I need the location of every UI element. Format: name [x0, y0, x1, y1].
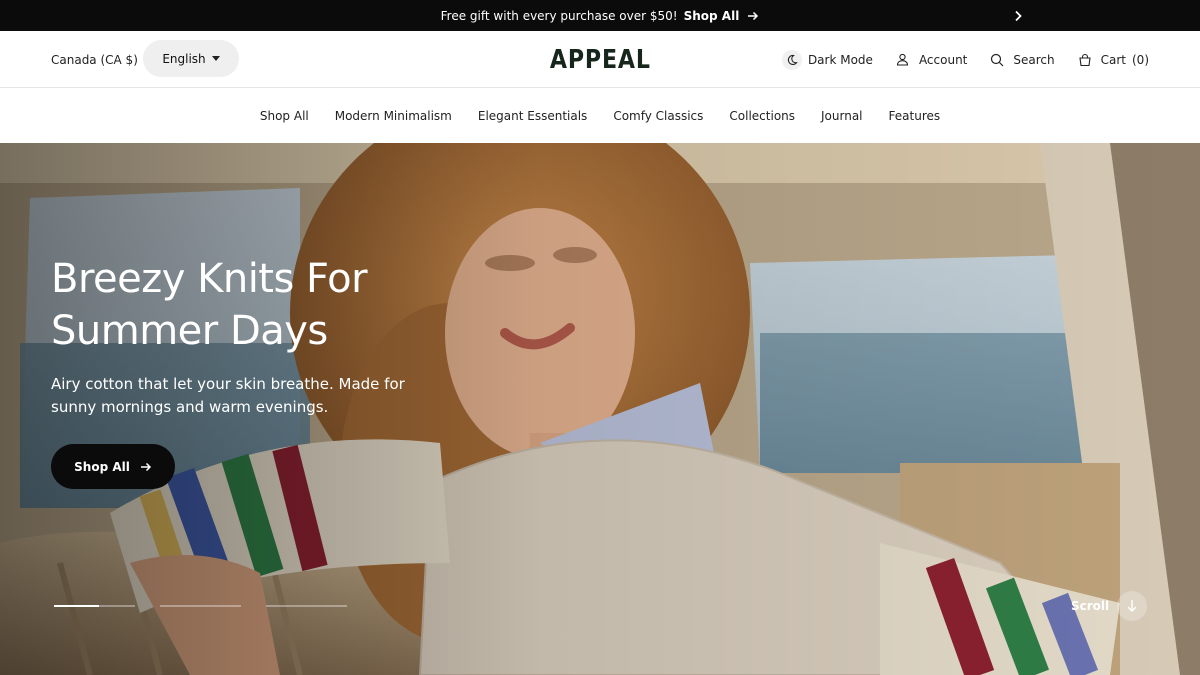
announcement-next-button[interactable]	[1006, 0, 1030, 31]
arrow-down-icon	[1117, 591, 1148, 621]
cart-count: (0)	[1132, 52, 1149, 67]
arrow-right-icon	[748, 11, 759, 20]
hero-subtitle: Airy cotton that let your skin breathe. …	[51, 375, 405, 416]
search-label: Search	[1013, 52, 1055, 67]
account-label: Account	[918, 52, 968, 67]
hero-title: Breezy Knits For Summer Days	[51, 256, 368, 354]
slide-progress-1	[54, 605, 99, 607]
search-link[interactable]: Search	[987, 50, 1055, 70]
cart-label: Cart	[1100, 52, 1126, 67]
announcement-shop-all-link[interactable]: Shop All	[684, 9, 760, 23]
language-selector[interactable]: English	[143, 40, 239, 77]
nav-item-elegant-essentials[interactable]: Elegant Essentials	[478, 109, 587, 123]
arrow-right-icon	[140, 462, 151, 471]
chevron-right-icon	[1015, 10, 1022, 21]
nav-item-shop-all[interactable]: Shop All	[260, 109, 309, 123]
dark-mode-toggle[interactable]: Dark Mode	[781, 49, 873, 70]
scroll-down-button[interactable]: Scroll	[1071, 591, 1148, 621]
caret-down-icon	[211, 56, 220, 61]
nav-item-collections[interactable]: Collections	[729, 109, 795, 123]
announcement-text: Free gift with every purchase over $50!	[440, 8, 678, 23]
hero-shop-all-button[interactable]: Shop All	[51, 444, 175, 489]
nav-item-journal[interactable]: Journal	[821, 109, 863, 123]
announcement-message-group: Free gift with every purchase over $50! …	[441, 9, 760, 23]
nav-item-modern-minimalism[interactable]: Modern Minimalism	[335, 109, 452, 123]
cart-link[interactable]: Cart (0)	[1075, 50, 1149, 70]
slide-indicator-1[interactable]	[54, 605, 135, 607]
dark-mode-label: Dark Mode	[807, 52, 873, 67]
nav-item-comfy-classics[interactable]: Comfy Classics	[613, 109, 703, 123]
announcement-link-label: Shop All	[683, 8, 740, 23]
site-logo[interactable]: APPEAL	[550, 45, 651, 75]
language-label: English	[162, 51, 206, 66]
shopping-bag-icon	[1075, 50, 1095, 70]
site-header: Canada (CA $) English APPEAL Dark Mode A…	[0, 31, 1200, 88]
main-navigation: Shop All Modern Minimalism Elegant Essen…	[0, 88, 1200, 143]
announcement-bar: Free gift with every purchase over $50! …	[0, 0, 1200, 31]
currency-selector[interactable]: Canada (CA $)	[51, 31, 138, 88]
header-tools: Dark Mode Account Search Cart (0)	[781, 31, 1149, 88]
slide-indicator-2[interactable]	[160, 605, 241, 607]
slide-indicator-3[interactable]	[266, 605, 347, 607]
moon-icon	[781, 49, 802, 70]
account-link[interactable]: Account	[893, 50, 967, 70]
scroll-label: Scroll	[1071, 599, 1110, 613]
nav-item-features[interactable]: Features	[889, 109, 941, 123]
user-icon	[893, 50, 913, 70]
search-icon	[987, 50, 1007, 70]
hero-button-label: Shop All	[74, 459, 130, 474]
hero-slideshow: Breezy Knits For Summer Days Airy cotton…	[0, 143, 1200, 675]
slide-indicators	[54, 605, 347, 607]
